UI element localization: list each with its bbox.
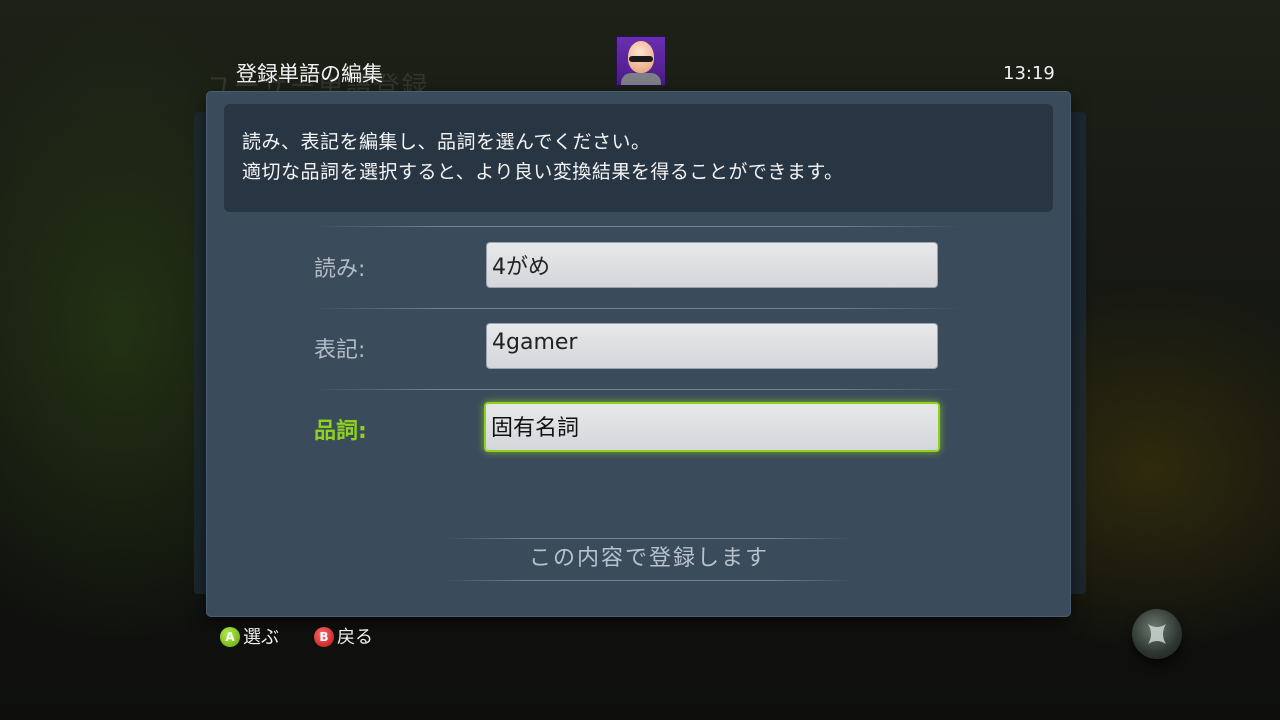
part-of-speech-field[interactable]: 固有名詞 <box>484 402 940 452</box>
page-title: 登録単語の編集 <box>236 62 383 86</box>
select-hint[interactable]: A 選ぶ <box>220 623 279 649</box>
edit-word-dialog: 読み、表記を編集し、品詞を選んでください。 適切な品詞を選択すると、より良い変換… <box>207 92 1070 616</box>
divider <box>312 308 962 309</box>
a-button-icon: A <box>220 627 240 647</box>
reading-field[interactable]: 4がめ <box>486 242 938 288</box>
avatar <box>616 36 666 86</box>
instructions-box: 読み、表記を編集し、品詞を選んでください。 適切な品詞を選択すると、より良い変換… <box>224 104 1053 212</box>
divider <box>445 580 853 581</box>
select-hint-label: 選ぶ <box>243 627 279 648</box>
register-button-label: この内容で登録します <box>528 546 769 571</box>
register-button[interactable]: この内容で登録します <box>445 538 853 581</box>
avatar-body <box>621 73 661 85</box>
xbox-x-icon <box>1148 624 1166 644</box>
notation-field[interactable]: 4gamer <box>486 323 938 369</box>
back-hint-label: 戻る <box>337 627 373 648</box>
instruction-line: 読み、表記を編集し、品詞を選んでください。 <box>242 131 651 153</box>
reading-label: 読み: <box>314 257 366 282</box>
divider <box>445 538 853 539</box>
divider <box>312 389 962 390</box>
notation-label: 表記: <box>314 338 366 363</box>
b-button-icon: B <box>314 627 334 647</box>
instruction-line: 適切な品詞を選択すると、より良い変換結果を得ることができます。 <box>242 161 844 183</box>
xbox-logo-icon <box>1132 609 1182 659</box>
divider <box>312 226 962 227</box>
avatar-glasses <box>629 56 653 62</box>
clock: 13:19 <box>1003 63 1055 84</box>
back-hint[interactable]: B 戻る <box>314 623 373 649</box>
part-of-speech-label: 品詞: <box>314 419 367 444</box>
